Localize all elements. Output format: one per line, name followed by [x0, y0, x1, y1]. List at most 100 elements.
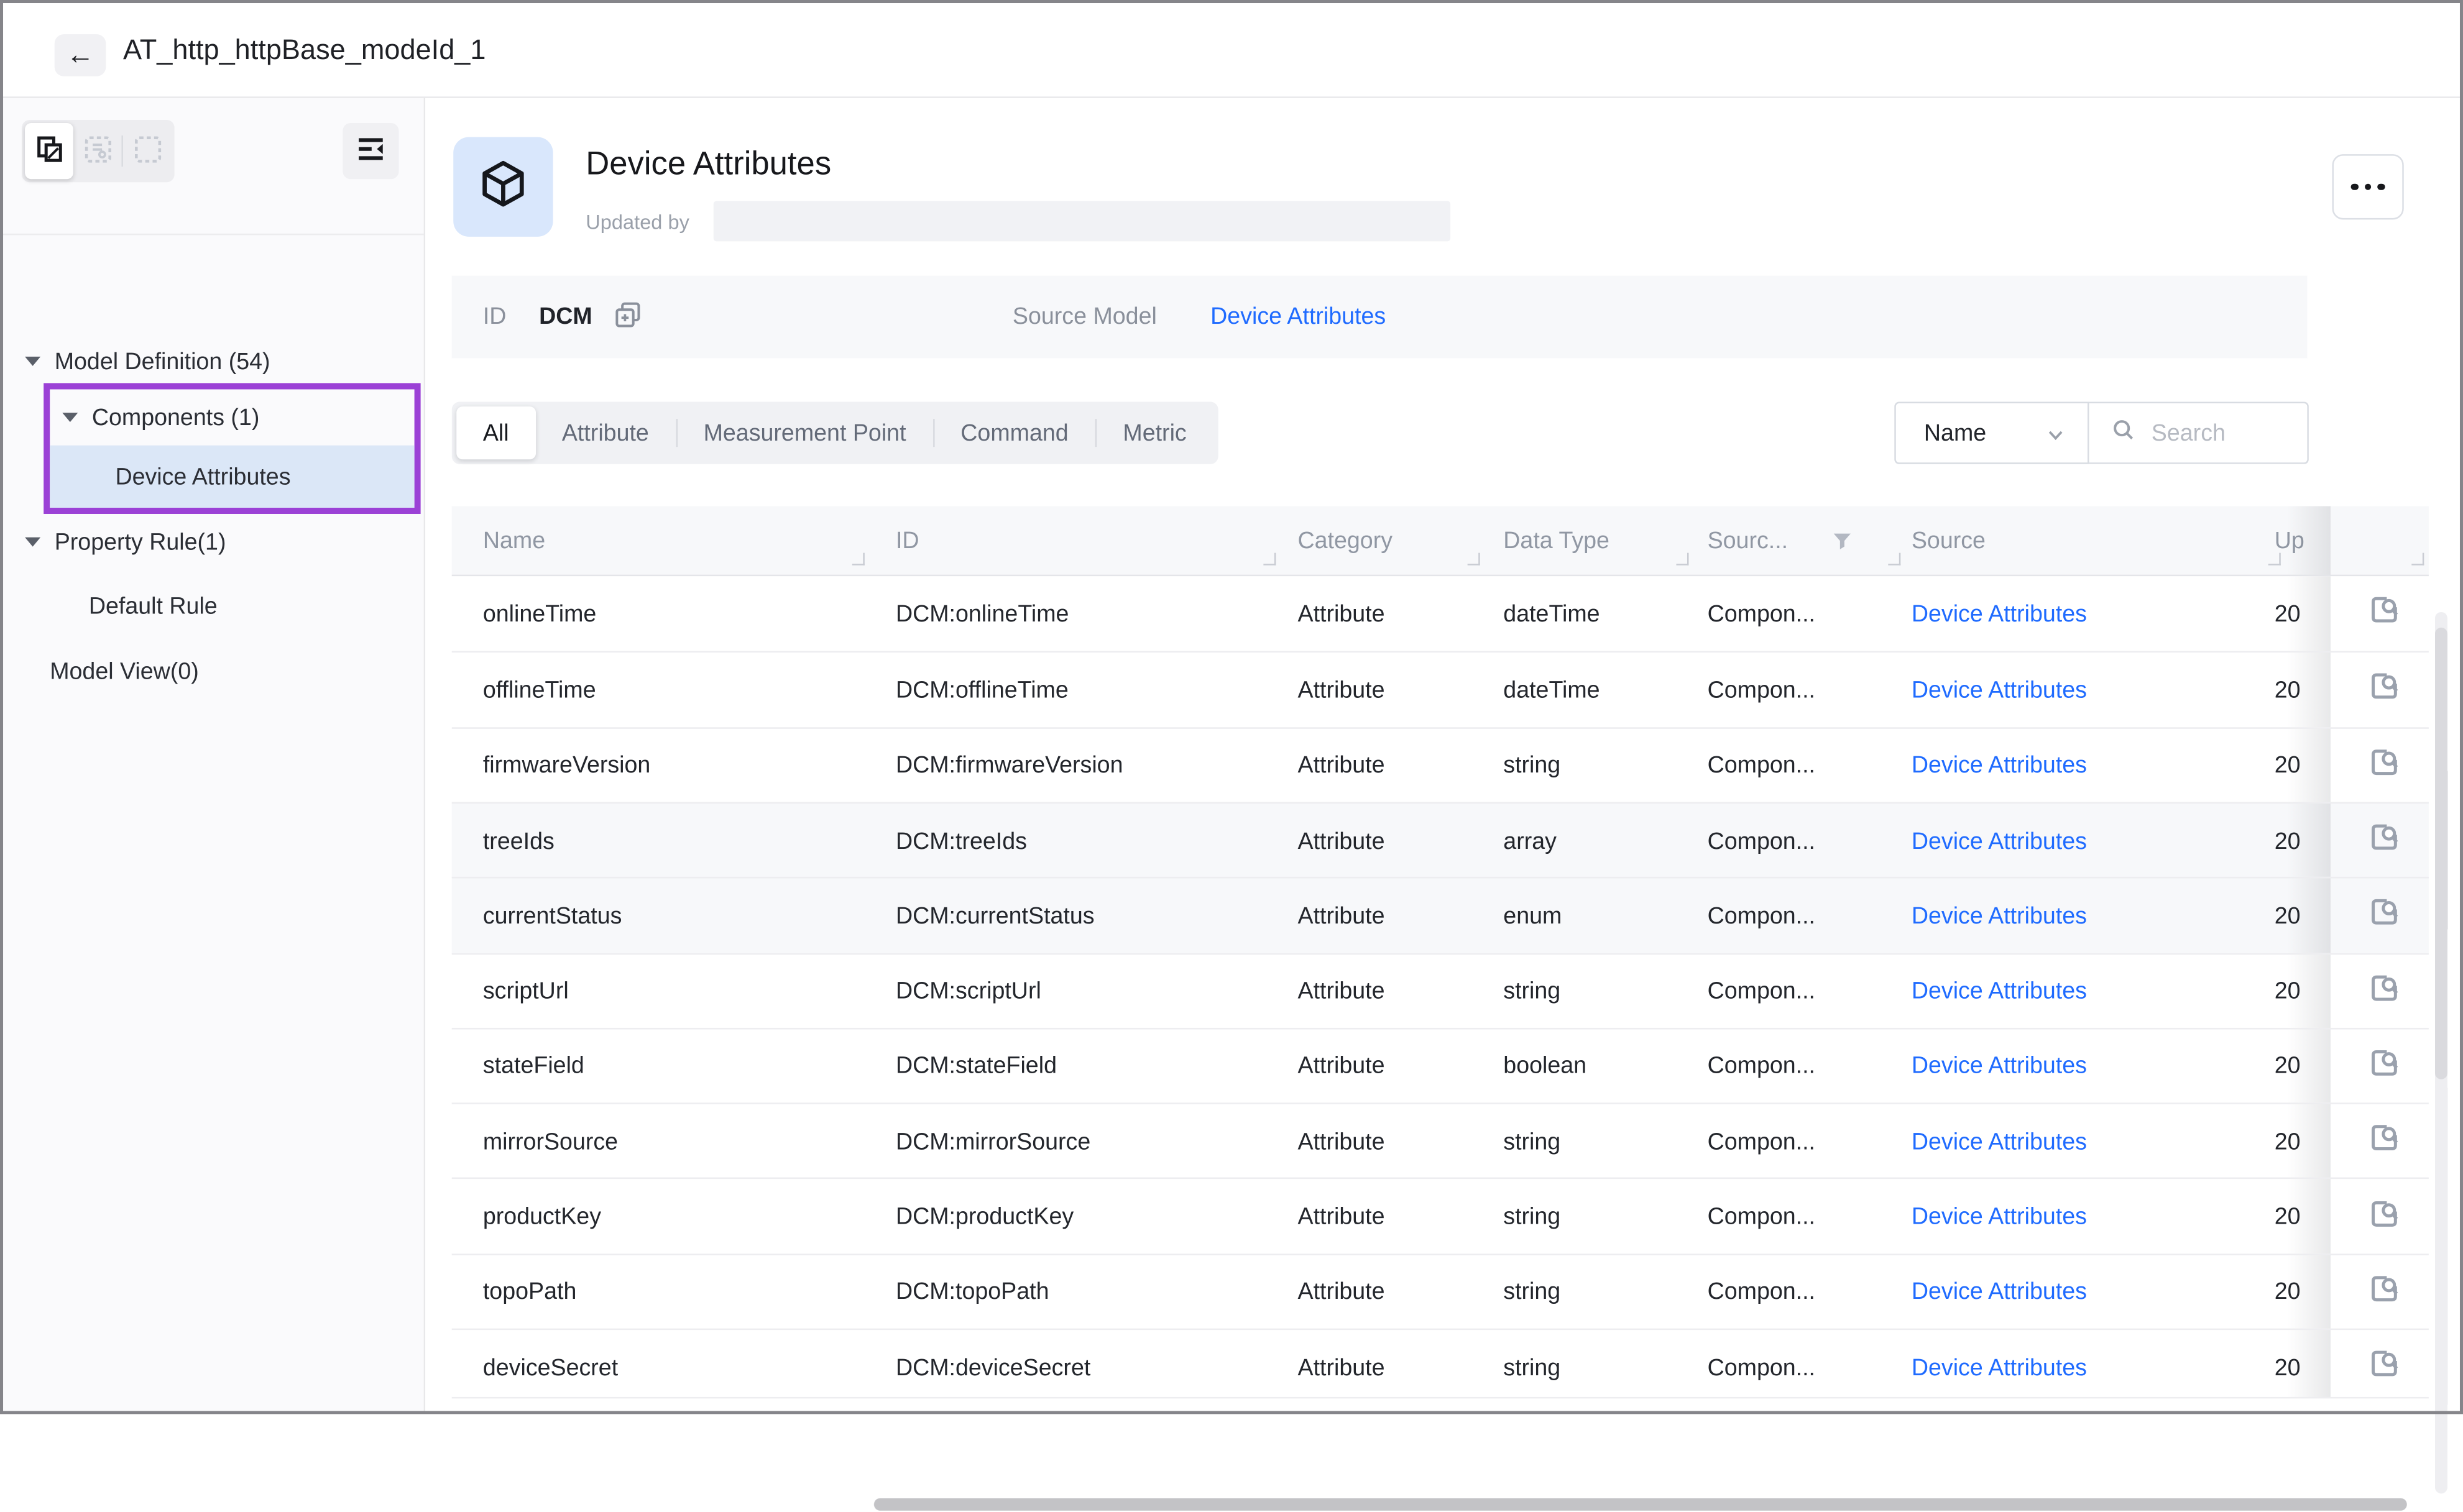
- column-resize-handle-icon[interactable]: [1888, 553, 1900, 566]
- tab-metric[interactable]: Metric: [1097, 406, 1213, 459]
- cell-name: productKey: [483, 1180, 601, 1255]
- cell-category: Attribute: [1297, 804, 1384, 879]
- main-panel: Device Attributes Updated by ID DCM Sour…: [425, 98, 2460, 1411]
- cell-source-type: Compon...: [1708, 653, 1815, 728]
- horizontal-scrollbar[interactable]: [449, 1498, 2463, 1512]
- tree-item-device-attributes[interactable]: Device Attributes: [50, 446, 414, 508]
- column-resize-handle-icon[interactable]: [852, 553, 865, 566]
- cell-id: DCM:stateField: [896, 1029, 1057, 1104]
- table-row-mirrorSource: mirrorSourceDCM:mirrorSourceAttributestr…: [452, 1102, 2429, 1180]
- column-resize-handle-icon[interactable]: [1263, 553, 1276, 566]
- preview-row-button[interactable]: [2355, 1029, 2411, 1104]
- preview-row-button[interactable]: [2355, 879, 2411, 954]
- cell-data-type: string: [1503, 954, 1560, 1029]
- caret-down-icon[interactable]: [25, 357, 40, 366]
- cell-id: DCM:treeIds: [896, 804, 1027, 879]
- column-header-data_type[interactable]: Data Type: [1503, 506, 1609, 574]
- cell-data-type: dateTime: [1503, 576, 1600, 651]
- cell-source-link[interactable]: Device Attributes: [1912, 1104, 2087, 1180]
- cell-source-link[interactable]: Device Attributes: [1912, 954, 2087, 1029]
- filter-funnel-icon[interactable]: [1832, 531, 1853, 559]
- tree-item-default-rule[interactable]: Default Rule: [3, 578, 424, 634]
- tree-item-components-1[interactable]: Components (1): [3, 390, 424, 446]
- cell-updated-clipped: 20: [2259, 1029, 2331, 1104]
- preview-row-button[interactable]: [2355, 728, 2411, 804]
- cell-source-link[interactable]: Device Attributes: [1912, 576, 2087, 651]
- copy-id-icon[interactable]: [614, 301, 642, 337]
- source-model-link[interactable]: Device Attributes: [1210, 304, 1386, 331]
- column-header-source_type[interactable]: Sourc...: [1708, 506, 1789, 574]
- find-in-page-icon: [2367, 1047, 2400, 1087]
- tree-item-label: Device Attributes: [115, 464, 290, 490]
- cell-source-link[interactable]: Device Attributes: [1912, 1255, 2087, 1330]
- search-field-selector[interactable]: Name: [1894, 402, 2089, 464]
- caret-down-icon[interactable]: [25, 538, 40, 547]
- cell-id: DCM:onlineTime: [896, 576, 1069, 651]
- preview-row-button[interactable]: [2355, 1104, 2411, 1180]
- tab-attribute[interactable]: Attribute: [535, 406, 675, 459]
- column-resize-handle-icon[interactable]: [1468, 553, 1480, 566]
- updated-by-redacted-value: [714, 201, 1450, 241]
- cell-source-type: Compon...: [1708, 576, 1815, 651]
- tab-all[interactable]: All: [456, 406, 535, 459]
- tree-item-model-definition-54[interactable]: Model Definition (54): [3, 335, 424, 388]
- cell-source-link[interactable]: Device Attributes: [1912, 804, 2087, 879]
- cell-data-type: string: [1503, 1330, 1560, 1405]
- horizontal-scrollbar-thumb[interactable]: [874, 1498, 2407, 1511]
- column-resize-handle-icon[interactable]: [2268, 553, 2281, 566]
- id-value: DCM: [539, 304, 592, 331]
- cell-updated-clipped: 20: [2259, 954, 2331, 1029]
- cell-category: Attribute: [1297, 954, 1384, 1029]
- caret-down-icon[interactable]: [62, 413, 78, 422]
- preview-row-button[interactable]: [2355, 1255, 2411, 1330]
- search-input[interactable]: [2148, 418, 2295, 448]
- preview-row-button[interactable]: [2355, 954, 2411, 1029]
- cell-source-type: Compon...: [1708, 879, 1815, 954]
- preview-row-button[interactable]: [2355, 576, 2411, 651]
- column-header-id[interactable]: ID: [896, 506, 919, 574]
- cell-name: currentStatus: [483, 879, 622, 954]
- cell-source-link[interactable]: Device Attributes: [1912, 728, 2087, 804]
- more-actions-button[interactable]: [2332, 154, 2403, 219]
- top-bar: ← AT_http_httpBase_modeId_1: [3, 3, 2460, 98]
- cell-name: mirrorSource: [483, 1104, 618, 1180]
- tree-item-label: Property Rule(1): [55, 529, 226, 556]
- preview-row-button[interactable]: [2355, 1330, 2411, 1405]
- cell-name: firmwareVersion: [483, 728, 651, 804]
- cell-category: Attribute: [1297, 1180, 1384, 1255]
- sidebar: Model Definition (54)Components (1) Devic…: [3, 98, 425, 1411]
- cell-data-type: string: [1503, 1255, 1560, 1330]
- cell-source-link[interactable]: Device Attributes: [1912, 1180, 2087, 1255]
- cell-source-link[interactable]: Device Attributes: [1912, 653, 2087, 728]
- preview-row-button[interactable]: [2355, 653, 2411, 728]
- tree-item-model-view-0[interactable]: Model View(0): [3, 643, 424, 699]
- column-resize-handle-icon[interactable]: [2411, 553, 2424, 566]
- back-button[interactable]: ←: [55, 34, 106, 76]
- cell-category: Attribute: [1297, 1104, 1384, 1180]
- vertical-scrollbar[interactable]: [2435, 612, 2447, 1493]
- cell-source-link[interactable]: Device Attributes: [1912, 879, 2087, 954]
- preview-row-button[interactable]: [2355, 1180, 2411, 1255]
- tab-measurement-point[interactable]: Measurement Point: [677, 406, 932, 459]
- table-row-productKey: productKeyDCM:productKeyAttributestringC…: [452, 1178, 2429, 1255]
- tab-command[interactable]: Command: [934, 406, 1095, 459]
- column-header-source[interactable]: Source: [1912, 506, 1986, 574]
- preview-row-button[interactable]: [2355, 804, 2411, 879]
- vertical-scrollbar-thumb[interactable]: [2435, 628, 2447, 1079]
- search-field-value: Name: [1924, 419, 1986, 446]
- cell-name: onlineTime: [483, 576, 596, 651]
- find-in-page-icon: [2367, 593, 2400, 634]
- cell-updated-clipped: 20: [2259, 576, 2331, 651]
- find-in-page-icon: [2367, 746, 2400, 786]
- cell-source-type: Compon...: [1708, 728, 1815, 804]
- tree-item-property-rule-1[interactable]: Property Rule(1): [3, 515, 424, 568]
- cell-source-link[interactable]: Device Attributes: [1912, 1330, 2087, 1405]
- column-header-category[interactable]: Category: [1297, 506, 1393, 574]
- cell-data-type: dateTime: [1503, 653, 1600, 728]
- search-icon: [2089, 416, 2136, 449]
- column-header-name[interactable]: Name: [483, 506, 545, 574]
- cell-name: offlineTime: [483, 653, 596, 728]
- cell-source-link[interactable]: Device Attributes: [1912, 1029, 2087, 1104]
- column-resize-handle-icon[interactable]: [1676, 553, 1688, 566]
- cell-data-type: boolean: [1503, 1029, 1586, 1104]
